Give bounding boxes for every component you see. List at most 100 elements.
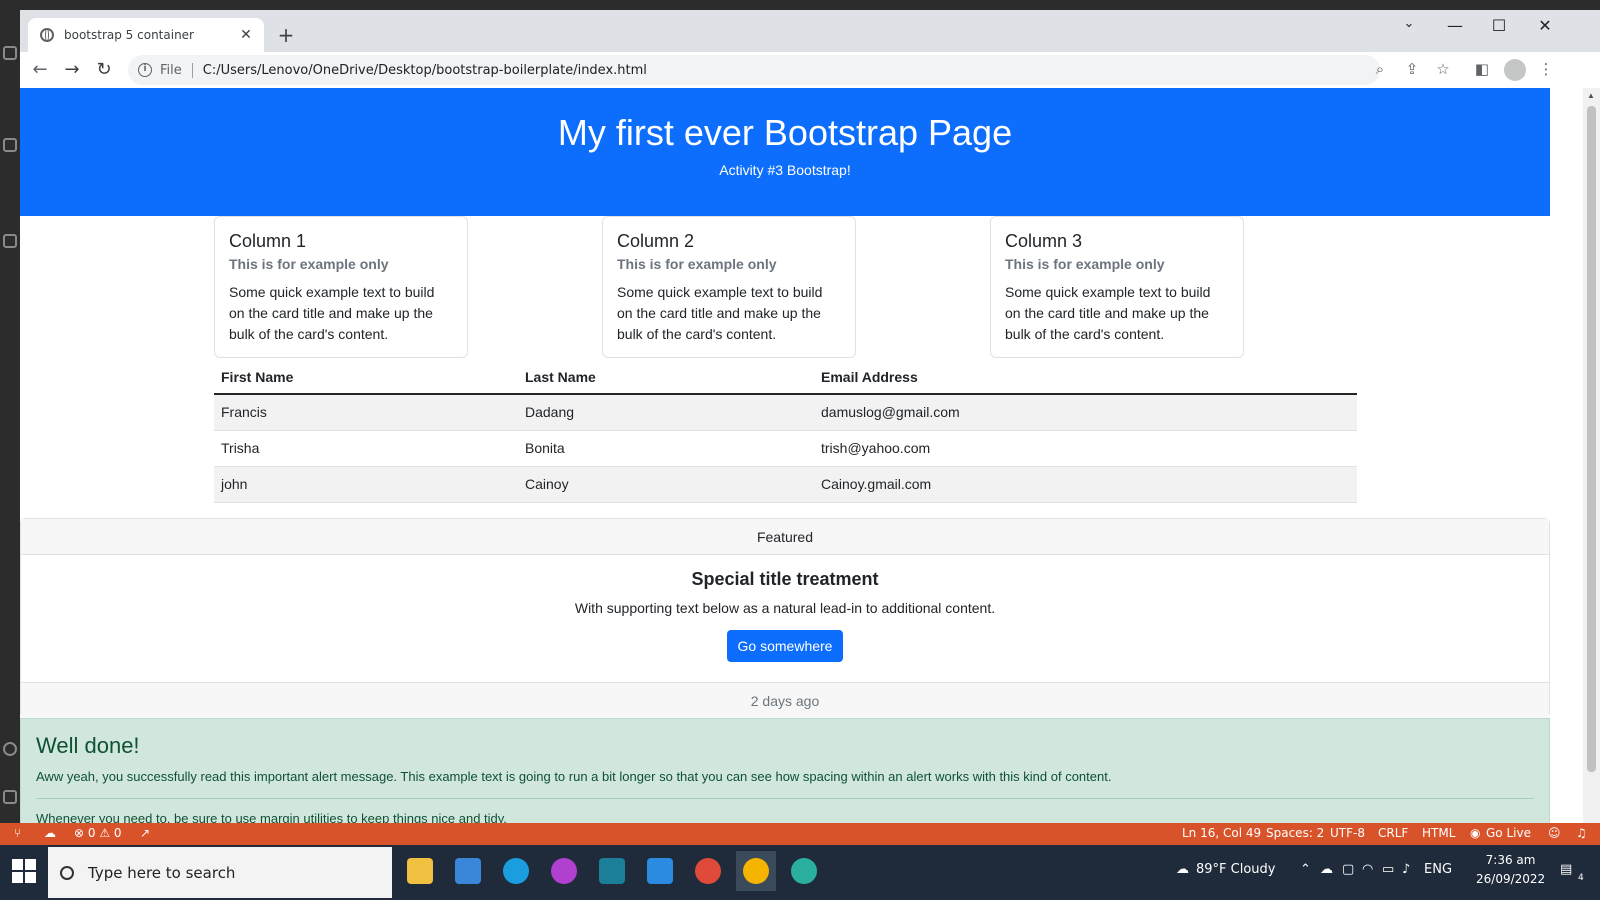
account-icon[interactable]	[3, 742, 17, 756]
search-icon	[60, 865, 74, 880]
table-row: Francis Dadang damuslog@gmail.com	[214, 394, 1357, 431]
weather-text[interactable]: 89°F Cloudy	[1196, 862, 1275, 877]
minimize-button[interactable]: —	[1432, 16, 1478, 35]
vscode-titlebar	[0, 0, 1600, 10]
table-row: Trisha Bonita trish@yahoo.com	[214, 430, 1357, 467]
forward-icon[interactable]: →	[60, 58, 84, 82]
browser-window: bootstrap 5 container ✕ + ⌄ — ☐ ✕ ← → ↻ …	[20, 10, 1600, 842]
reload-icon[interactable]: ↻	[92, 58, 116, 82]
chrome-icon[interactable]	[736, 851, 776, 891]
side-panel-icon[interactable]: ◧	[1472, 60, 1492, 78]
clock-date: 26/09/2022	[1476, 872, 1546, 886]
bookmark-star-icon[interactable]: ☆	[1433, 60, 1453, 78]
featured-title: Special title treatment	[691, 569, 879, 589]
hero-banner: My first ever Bootstrap Page Activity #3…	[20, 88, 1550, 216]
browser-tab[interactable]: bootstrap 5 container ✕	[28, 18, 264, 52]
tab-title: bootstrap 5 container	[64, 28, 194, 42]
taskbar-search[interactable]: Type here to search	[48, 847, 392, 898]
microsoft-store-icon[interactable]	[448, 851, 488, 891]
cell-email: damuslog@gmail.com	[814, 394, 1357, 431]
clock[interactable]: 7:36 am 26/09/2022	[1476, 851, 1545, 889]
featured-header: Featured	[21, 519, 1549, 555]
globe-icon	[40, 28, 54, 42]
notifications-bell-icon[interactable]: ♫	[1576, 826, 1587, 840]
language-indicator[interactable]: ENG	[1424, 862, 1452, 877]
tab-close-icon[interactable]: ✕	[238, 27, 254, 43]
card-title: Column 1	[229, 231, 307, 251]
alert-text: Aww yeah, you successfully read this imp…	[36, 769, 1112, 784]
volume-icon[interactable]: ♪	[1402, 862, 1410, 877]
back-icon[interactable]: ←	[28, 58, 52, 82]
scroll-thumb[interactable]	[1587, 106, 1596, 772]
cell-last-name: Cainoy	[518, 466, 814, 503]
live-share-icon[interactable]: ↗	[140, 826, 150, 840]
broadcast-icon: ◉	[1470, 826, 1481, 840]
menu-kebab-icon[interactable]: ⋮	[1536, 60, 1556, 78]
vscode-status-bar: ⑂ ☁ ⊗ 0 ⚠ 0 ↗ Ln 16, Col 49 Spaces: 2 UT…	[0, 823, 1600, 845]
settings-gear-icon[interactable]	[3, 790, 17, 804]
card-subtitle: This is for example only	[229, 256, 389, 272]
indentation[interactable]: Spaces: 2	[1266, 826, 1324, 840]
tab-strip: bootstrap 5 container ✕ + ⌄ — ☐ ✕	[20, 10, 1600, 52]
weather-icon[interactable]: ☁	[1176, 862, 1189, 877]
onedrive-icon[interactable]: ☁	[1320, 862, 1333, 877]
cell-first-name: Francis	[214, 394, 518, 431]
new-tab-button[interactable]: +	[274, 24, 298, 48]
notification-count: 4	[1578, 873, 1584, 883]
language-mode[interactable]: HTML	[1422, 826, 1455, 840]
go-live-button[interactable]: Go Live	[1486, 826, 1531, 840]
extensions-icon[interactable]	[3, 234, 17, 248]
explorer-icon[interactable]	[3, 46, 17, 60]
card-column-1: Column 1 This is for example only Some q…	[214, 216, 468, 358]
messenger-icon[interactable]	[544, 851, 584, 891]
feedback-icon[interactable]: ☺	[1548, 826, 1561, 840]
url-text[interactable]: C:/Users/Lenovo/OneDrive/Desktop/bootstr…	[203, 63, 647, 78]
go-somewhere-button[interactable]: Go somewhere	[726, 630, 844, 662]
file-explorer-icon[interactable]	[400, 851, 440, 891]
zoom-icon[interactable]: ⌕	[1370, 60, 1390, 78]
cell-email: Cainoy.gmail.com	[814, 466, 1357, 503]
battery-icon[interactable]: ▭	[1382, 862, 1394, 877]
alert-heading: Well done!	[36, 733, 140, 758]
maximize-button[interactable]: ☐	[1476, 16, 1522, 35]
encoding[interactable]: UTF-8	[1330, 826, 1365, 840]
vscode-icon[interactable]	[640, 851, 680, 891]
close-window-button[interactable]: ✕	[1522, 16, 1568, 35]
tab-search-icon[interactable]: ⌄	[1386, 16, 1432, 31]
card-title: Column 3	[1005, 231, 1083, 251]
meet-now-icon[interactable]: ▢	[1342, 862, 1354, 877]
featured-card: Featured Special title treatment With su…	[20, 518, 1550, 718]
sync-icon[interactable]: ☁	[44, 826, 56, 840]
card-text: Some quick example text to build on the …	[617, 284, 823, 342]
windows-taskbar: Type here to search ☁ 89°F Cloudy ⌃ ☁ ▢ …	[0, 845, 1600, 900]
card-text: Some quick example text to build on the …	[229, 284, 435, 342]
scroll-up-icon[interactable]: ▲	[1587, 91, 1595, 100]
chrome-profile-icon[interactable]	[688, 851, 728, 891]
file-label: File	[160, 62, 193, 78]
profile-avatar[interactable]	[1504, 59, 1526, 81]
info-icon[interactable]: i	[138, 63, 152, 77]
card-column-3: Column 3 This is for example only Some q…	[990, 216, 1244, 358]
tray-chevron-icon[interactable]: ⌃	[1300, 862, 1311, 877]
windows-start-icon[interactable]	[12, 859, 36, 883]
page-viewport: My first ever Bootstrap Page Activity #3…	[20, 88, 1600, 842]
line-ending[interactable]: CRLF	[1378, 826, 1408, 840]
page-scrollbar[interactable]: ▲ ▼	[1583, 88, 1600, 842]
cell-email: trish@yahoo.com	[814, 430, 1357, 467]
featured-text: With supporting text below as a natural …	[574, 600, 996, 616]
problems-indicator[interactable]: ⊗ 0 ⚠ 0	[74, 826, 122, 840]
action-center-icon[interactable]: ▤	[1560, 862, 1572, 877]
card-subtitle: This is for example only	[617, 256, 777, 272]
branch-icon[interactable]: ⑂	[14, 826, 21, 840]
cursor-position[interactable]: Ln 16, Col 49	[1182, 826, 1261, 840]
terminal-app-icon[interactable]	[592, 851, 632, 891]
cell-last-name: Bonita	[518, 430, 814, 467]
wifi-icon[interactable]: ◠	[1362, 862, 1373, 877]
col-email: Email Address	[814, 361, 1357, 395]
edge-icon[interactable]	[784, 851, 824, 891]
address-bar[interactable]: i File C:/Users/Lenovo/OneDrive/Desktop/…	[128, 55, 1380, 85]
card-subtitle: This is for example only	[1005, 256, 1165, 272]
skype-icon[interactable]	[496, 851, 536, 891]
source-control-icon[interactable]	[3, 138, 17, 152]
share-icon[interactable]: ⇪	[1402, 60, 1422, 78]
